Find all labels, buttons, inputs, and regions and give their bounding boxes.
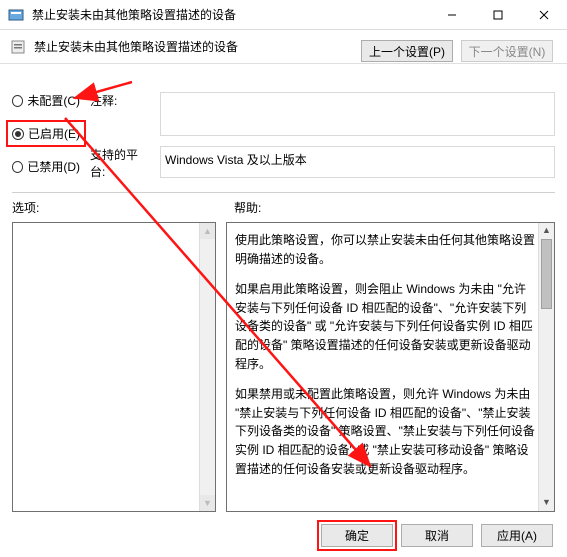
radio-label: 未配置(C) [27,92,80,109]
section-labels: 选项: 帮助: [0,199,567,216]
help-pane[interactable]: 使用此策略设置，你可以禁止安装未由任何其他策略设置明确描述的设备。 如果启用此策… [226,222,555,512]
close-button[interactable] [521,0,567,30]
window-controls [429,0,567,29]
nav-row: 上一个设置(P) 下一个设置(N) [361,32,565,62]
platform-value: Windows Vista 及以上版本 [160,146,555,178]
subheader-title: 禁止安装未由其他策略设置描述的设备 [34,38,238,55]
radio-disabled[interactable]: 已禁用(D) [12,158,80,175]
next-setting-button: 下一个设置(N) [461,40,553,62]
help-paragraph: 如果启用此策略设置，则会阻止 Windows 为未由 "允许安装与下列任何设备 … [235,280,536,373]
help-paragraph: 使用此策略设置，你可以禁止安装未由任何其他策略设置明确描述的设备。 [235,231,536,268]
window-title: 禁止安装未由其他策略设置描述的设备 [32,6,429,23]
radio-icon [12,95,23,107]
panes: ▲ ▼ 使用此策略设置，你可以禁止安装未由任何其他策略设置明确描述的设备。 如果… [0,216,567,520]
right-column: 注释: 支持的平台: Windows Vista 及以上版本 [90,92,555,180]
cancel-button[interactable]: 取消 [401,524,473,547]
policy-icon [10,39,26,55]
app-icon [8,7,24,23]
radio-icon [12,161,23,173]
minimize-button[interactable] [429,0,475,30]
scroll-up-icon[interactable]: ▲ [539,223,554,239]
help-scrollbar[interactable]: ▲ ▼ [538,223,554,511]
radio-label: 已启用(E) [28,125,80,142]
radio-not-configured[interactable]: 未配置(C) [12,92,80,109]
radio-enabled[interactable]: 已启用(E) [9,123,83,144]
main-area: 未配置(C) 已启用(E) 已禁用(D) 注释: 支持的平台: Windows … [0,64,567,186]
options-pane[interactable]: ▲ ▼ [12,222,216,512]
ok-button[interactable]: 确定 [321,524,393,547]
radio-icon [12,128,24,140]
options-label: 选项: [12,199,222,216]
platform-row: 支持的平台: Windows Vista 及以上版本 [90,146,555,180]
comment-row: 注释: [90,92,555,136]
scroll-down-icon[interactable]: ▼ [539,495,554,511]
comment-field[interactable] [160,92,555,136]
options-scrollbar: ▲ ▼ [199,223,215,511]
scroll-thumb[interactable] [541,239,552,309]
divider [12,192,555,193]
apply-button[interactable]: 应用(A) [481,524,553,547]
bottom-buttons: 确定 取消 应用(A) [0,520,567,557]
comment-label: 注释: [90,92,150,136]
radio-label: 已禁用(D) [27,158,80,175]
help-paragraph: 如果禁用或未配置此策略设置，则允许 Windows 为未由 "禁止安装与下列任何… [235,385,536,478]
help-label: 帮助: [234,199,261,216]
prev-setting-button[interactable]: 上一个设置(P) [361,40,453,62]
radio-group: 未配置(C) 已启用(E) 已禁用(D) [12,92,80,180]
titlebar[interactable]: 禁止安装未由其他策略设置描述的设备 [0,0,567,30]
platform-label: 支持的平台: [90,146,150,180]
scroll-up-icon: ▲ [200,223,215,239]
scroll-down-icon: ▼ [200,495,215,511]
maximize-button[interactable] [475,0,521,30]
